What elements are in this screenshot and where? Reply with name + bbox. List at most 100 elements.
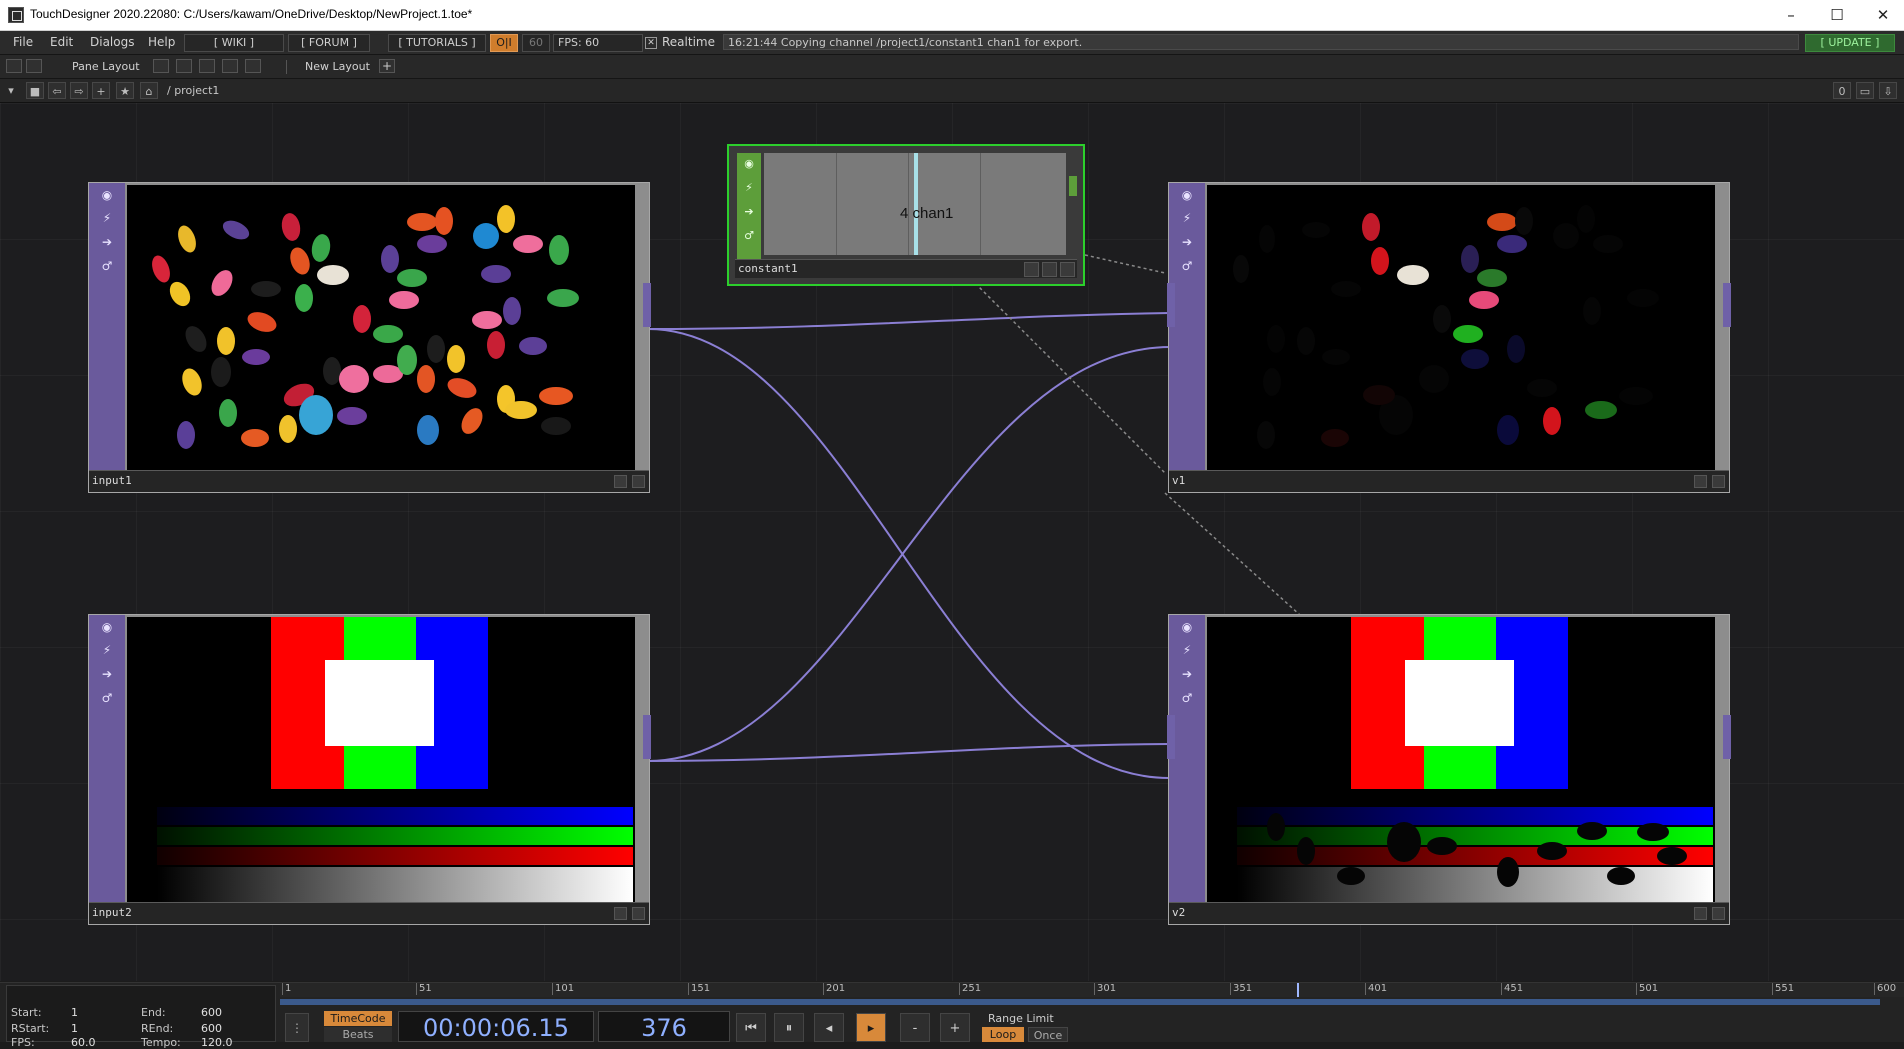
output-connector[interactable] [1723,283,1731,327]
fps-value[interactable]: 60.0 [71,1036,96,1049]
viewer-toggle[interactable] [1694,907,1707,920]
timecode-display[interactable]: 00:00:06.15 [398,1011,594,1042]
add-icon[interactable] [632,475,645,488]
oi-toggle[interactable]: O|I [490,34,518,52]
add-icon[interactable] [1712,907,1725,920]
arrow-right-icon[interactable]: ➔ [742,205,756,219]
tempo-value[interactable]: 120.0 [201,1036,233,1049]
pause-icon[interactable]: ⏸ [774,1013,804,1042]
lock-icon[interactable]: ♂ [100,691,114,705]
maximize-button[interactable]: ☐ [1814,0,1860,30]
layout-single-icon[interactable] [153,59,169,73]
image-icon[interactable] [6,59,22,73]
viewer-toggle[interactable] [614,907,627,920]
frame-display[interactable]: 376 [598,1011,730,1042]
node-input2[interactable]: ◉ ⚡ ➔ ♂ input2 [88,614,651,925]
stop-icon[interactable]: ■ [26,82,44,99]
lock-icon[interactable]: ♂ [100,259,114,273]
output-connector[interactable] [1723,715,1731,759]
add-icon[interactable] [632,907,645,920]
viewer-icon[interactable]: ◉ [100,188,114,202]
lock-icon[interactable]: ♂ [1180,691,1194,705]
network-path[interactable]: / project1 [167,84,219,97]
viewer-icon[interactable]: ◉ [1180,620,1194,634]
playhead[interactable] [1297,983,1299,997]
layout-three-icon[interactable] [222,59,238,73]
star-icon[interactable]: ★ [116,82,134,99]
timeline-range-bar[interactable] [280,999,1880,1005]
plus-button[interactable]: + [940,1013,970,1042]
timecode-mode-button[interactable]: TimeCode [324,1011,392,1026]
viewer-toggle[interactable] [1024,262,1039,277]
arrow-right-icon[interactable]: ➔ [1180,667,1194,681]
input-connector[interactable] [1167,283,1175,327]
cook-icon[interactable]: ⚡ [1180,211,1194,225]
maximize-pane-icon[interactable]: ▭ [1856,82,1874,99]
back-arrow-icon[interactable]: ⇦ [48,82,66,99]
minimize-button[interactable]: – [1768,0,1814,30]
network-icon[interactable] [26,59,42,73]
menu-dialogs[interactable]: Dialogs [90,35,134,49]
input-connector[interactable] [1167,715,1175,759]
cook-icon[interactable]: ⚡ [100,643,114,657]
bypass-toggle[interactable] [1042,262,1057,277]
plus-icon[interactable]: + [92,82,110,99]
add-icon[interactable] [1712,475,1725,488]
tutorials-button[interactable]: [ TUTORIALS ] [388,34,486,52]
pin-icon[interactable]: ⇩ [1879,82,1897,99]
menu-file[interactable]: File [13,35,33,49]
cook-icon[interactable]: ⚡ [100,211,114,225]
layout-four-icon[interactable] [245,59,261,73]
fps-cap-field[interactable]: 60 [522,34,550,52]
forum-button[interactable]: [ FORUM ] [288,34,370,52]
step-back-icon[interactable]: ◂ [814,1013,844,1042]
node-label[interactable]: v1 [1172,474,1185,487]
wiki-button[interactable]: [ WIKI ] [184,34,284,52]
lock-icon[interactable]: ♂ [742,229,756,243]
layout-split-vertical-icon[interactable] [176,59,192,73]
layout-split-horizontal-icon[interactable] [199,59,215,73]
timeline-ruler[interactable]: 1 51 101 151 201 251 301 351 401 451 501… [280,983,1904,997]
viewer-icon[interactable]: ◉ [1180,188,1194,202]
end-value[interactable]: 600 [201,1006,222,1019]
output-connector[interactable] [643,283,651,327]
rend-value[interactable]: 600 [201,1022,222,1035]
realtime-checkbox[interactable]: ✕ [645,37,657,49]
network-editor[interactable]: ◉ ⚡ ➔ ♂ input1 ◉ ⚡ ➔ ♂ input2 ◉ ⚡ ➔ ♂ v1… [0,103,1904,981]
update-button[interactable]: [ UPDATE ] [1805,34,1895,52]
home-icon[interactable]: ⌂ [140,82,158,99]
node-label[interactable]: constant1 [738,262,798,275]
add-layout-button[interactable]: + [379,59,395,73]
skip-to-start-icon[interactable]: ⏮ [736,1013,766,1042]
viewer-toggle[interactable] [614,475,627,488]
menu-edit[interactable]: Edit [50,35,73,49]
cook-icon[interactable]: ⚡ [742,181,756,195]
loop-button[interactable]: Loop [982,1027,1024,1042]
viewer-toggle[interactable] [1694,475,1707,488]
arrow-right-icon[interactable]: ➔ [100,235,114,249]
menu-help[interactable]: Help [148,35,175,49]
node-v2[interactable]: ◉ ⚡ ➔ ♂ v2 [1167,614,1731,925]
arrow-right-icon[interactable]: ➔ [100,667,114,681]
rstart-value[interactable]: 1 [71,1022,78,1035]
lock-icon[interactable]: ♂ [1180,259,1194,273]
menu-dots-icon[interactable]: ⋮ [285,1013,309,1042]
once-button[interactable]: Once [1028,1027,1068,1042]
close-button[interactable]: ✕ [1860,0,1904,30]
node-constant1[interactable]: ◉ ⚡ ➔ ♂ 4 chan1 constant1 [727,144,1085,286]
forward-arrow-icon[interactable]: ⇨ [70,82,88,99]
arrow-right-icon[interactable]: ➔ [1180,235,1194,249]
node-v1[interactable]: ◉ ⚡ ➔ ♂ v1 [1167,182,1731,493]
node-label[interactable]: input2 [92,906,132,919]
output-connector[interactable] [643,715,651,759]
node-label[interactable]: input1 [92,474,132,487]
viewer-icon[interactable]: ◉ [742,157,756,171]
output-connector[interactable] [1069,176,1077,196]
start-value[interactable]: 1 [71,1006,78,1019]
minus-button[interactable]: - [900,1013,930,1042]
add-icon[interactable] [1060,262,1075,277]
node-input1[interactable]: ◉ ⚡ ➔ ♂ input1 [88,182,651,493]
play-icon[interactable]: ▸ [856,1013,886,1042]
beats-mode-button[interactable]: Beats [324,1027,392,1042]
cook-icon[interactable]: ⚡ [1180,643,1194,657]
